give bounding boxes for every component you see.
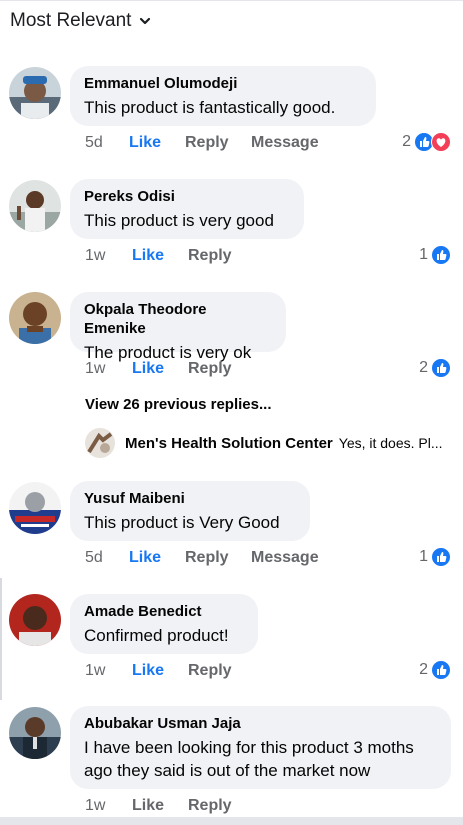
thumbs-up-icon [431,358,451,378]
comment-bubble: Abubakar Usman Jaja I have been looking … [70,706,451,789]
comment-actions: 1w Like Reply [85,360,254,378]
reaction-summary[interactable]: 2 [419,660,451,680]
reply-preview[interactable]: Men's Health Solution Center Yes, it doe… [85,428,455,458]
comment-text: This product is very good [84,211,274,230]
avatar[interactable] [9,292,61,344]
reaction-summary[interactable]: 1 [419,547,451,567]
reply-button[interactable]: Reply [188,247,254,265]
comment-bubble: Yusuf Maibeni This product is Very Good [70,481,310,541]
reaction-count: 2 [419,661,428,678]
timestamp[interactable]: 1w [85,662,132,680]
top-divider [0,0,463,1]
commenter-name[interactable]: Abubakar Usman Jaja [84,714,437,733]
comment-text: This product is Very Good [84,513,280,532]
like-button[interactable]: Like [132,797,188,815]
sort-dropdown[interactable]: Most Relevant [10,10,151,32]
commenter-name[interactable]: Okpala Theodore Emenike [84,300,272,338]
comment-text: I have been looking for this product 3 m… [84,736,437,782]
reaction-count: 1 [419,246,428,263]
commenter-name[interactable]: Yusuf Maibeni [84,489,296,508]
message-button[interactable]: Message [251,134,319,152]
comment-actions: 5d Like Reply Message [85,134,319,152]
heart-icon [431,132,451,152]
reply-button[interactable]: Reply [188,797,254,815]
chevron-down-icon [140,17,151,25]
comment-bubble: Okpala Theodore Emenike The product is v… [70,292,286,362]
like-button[interactable]: Like [132,360,188,378]
comment-actions: 1w Like Reply [85,662,254,680]
left-divider [0,578,2,700]
comment-bubble: Pereks Odisi This product is very good [70,179,304,239]
comment-text-line: ago they said is out of the market now [84,761,371,780]
comment-text: This product is fantastically good. [84,98,336,117]
avatar[interactable] [9,707,61,759]
reaction-summary[interactable]: 2 [402,132,451,152]
like-button[interactable]: Like [132,247,188,265]
reply-button[interactable]: Reply [185,134,251,152]
message-button[interactable]: Message [251,549,319,567]
timestamp[interactable]: 5d [85,549,129,567]
comment-actions: 1w Like Reply [85,247,254,265]
reaction-count: 2 [402,133,411,150]
like-button[interactable]: Like [129,134,185,152]
thumbs-up-icon [431,660,451,680]
avatar[interactable] [9,482,61,534]
commenter-name[interactable]: Emmanuel Olumodeji [84,74,362,93]
reply-button[interactable]: Reply [188,360,254,378]
view-previous-replies-link[interactable]: View 26 previous replies... [85,396,271,413]
reply-author[interactable]: Men's Health Solution Center [125,435,333,452]
timestamp[interactable]: 1w [85,247,132,265]
reaction-count: 2 [419,359,428,376]
reaction-count: 1 [419,548,428,565]
reply-button[interactable]: Reply [188,662,254,680]
comment-actions: 1w Like Reply [85,797,254,815]
reply-text: Yes, it does. Pl... [338,435,443,451]
avatar[interactable] [9,180,61,232]
comment-bubble: Emmanuel Olumodeji This product is fanta… [70,66,376,126]
like-button[interactable]: Like [129,549,185,567]
comment-bubble: Amade Benedict Confirmed product! [70,594,258,654]
commenter-name[interactable]: Amade Benedict [84,602,244,621]
commenter-name[interactable]: Pereks Odisi [84,187,290,206]
timestamp[interactable]: 1w [85,797,132,815]
reply-button[interactable]: Reply [185,549,251,567]
bottom-divider [0,817,463,825]
thumbs-up-icon [431,245,451,265]
comment-actions: 5d Like Reply Message [85,549,319,567]
like-button[interactable]: Like [132,662,188,680]
reaction-summary[interactable]: 1 [419,245,451,265]
timestamp[interactable]: 1w [85,360,132,378]
thumbs-up-icon [431,547,451,567]
avatar[interactable] [9,67,61,119]
timestamp[interactable]: 5d [85,134,129,152]
comment-text: Confirmed product! [84,626,229,645]
reaction-summary[interactable]: 2 [419,358,451,378]
sort-label: Most Relevant [10,10,132,31]
reply-avatar[interactable] [85,428,115,458]
comment-text-line: I have been looking for this product 3 m… [84,738,414,757]
avatar[interactable] [9,594,61,646]
